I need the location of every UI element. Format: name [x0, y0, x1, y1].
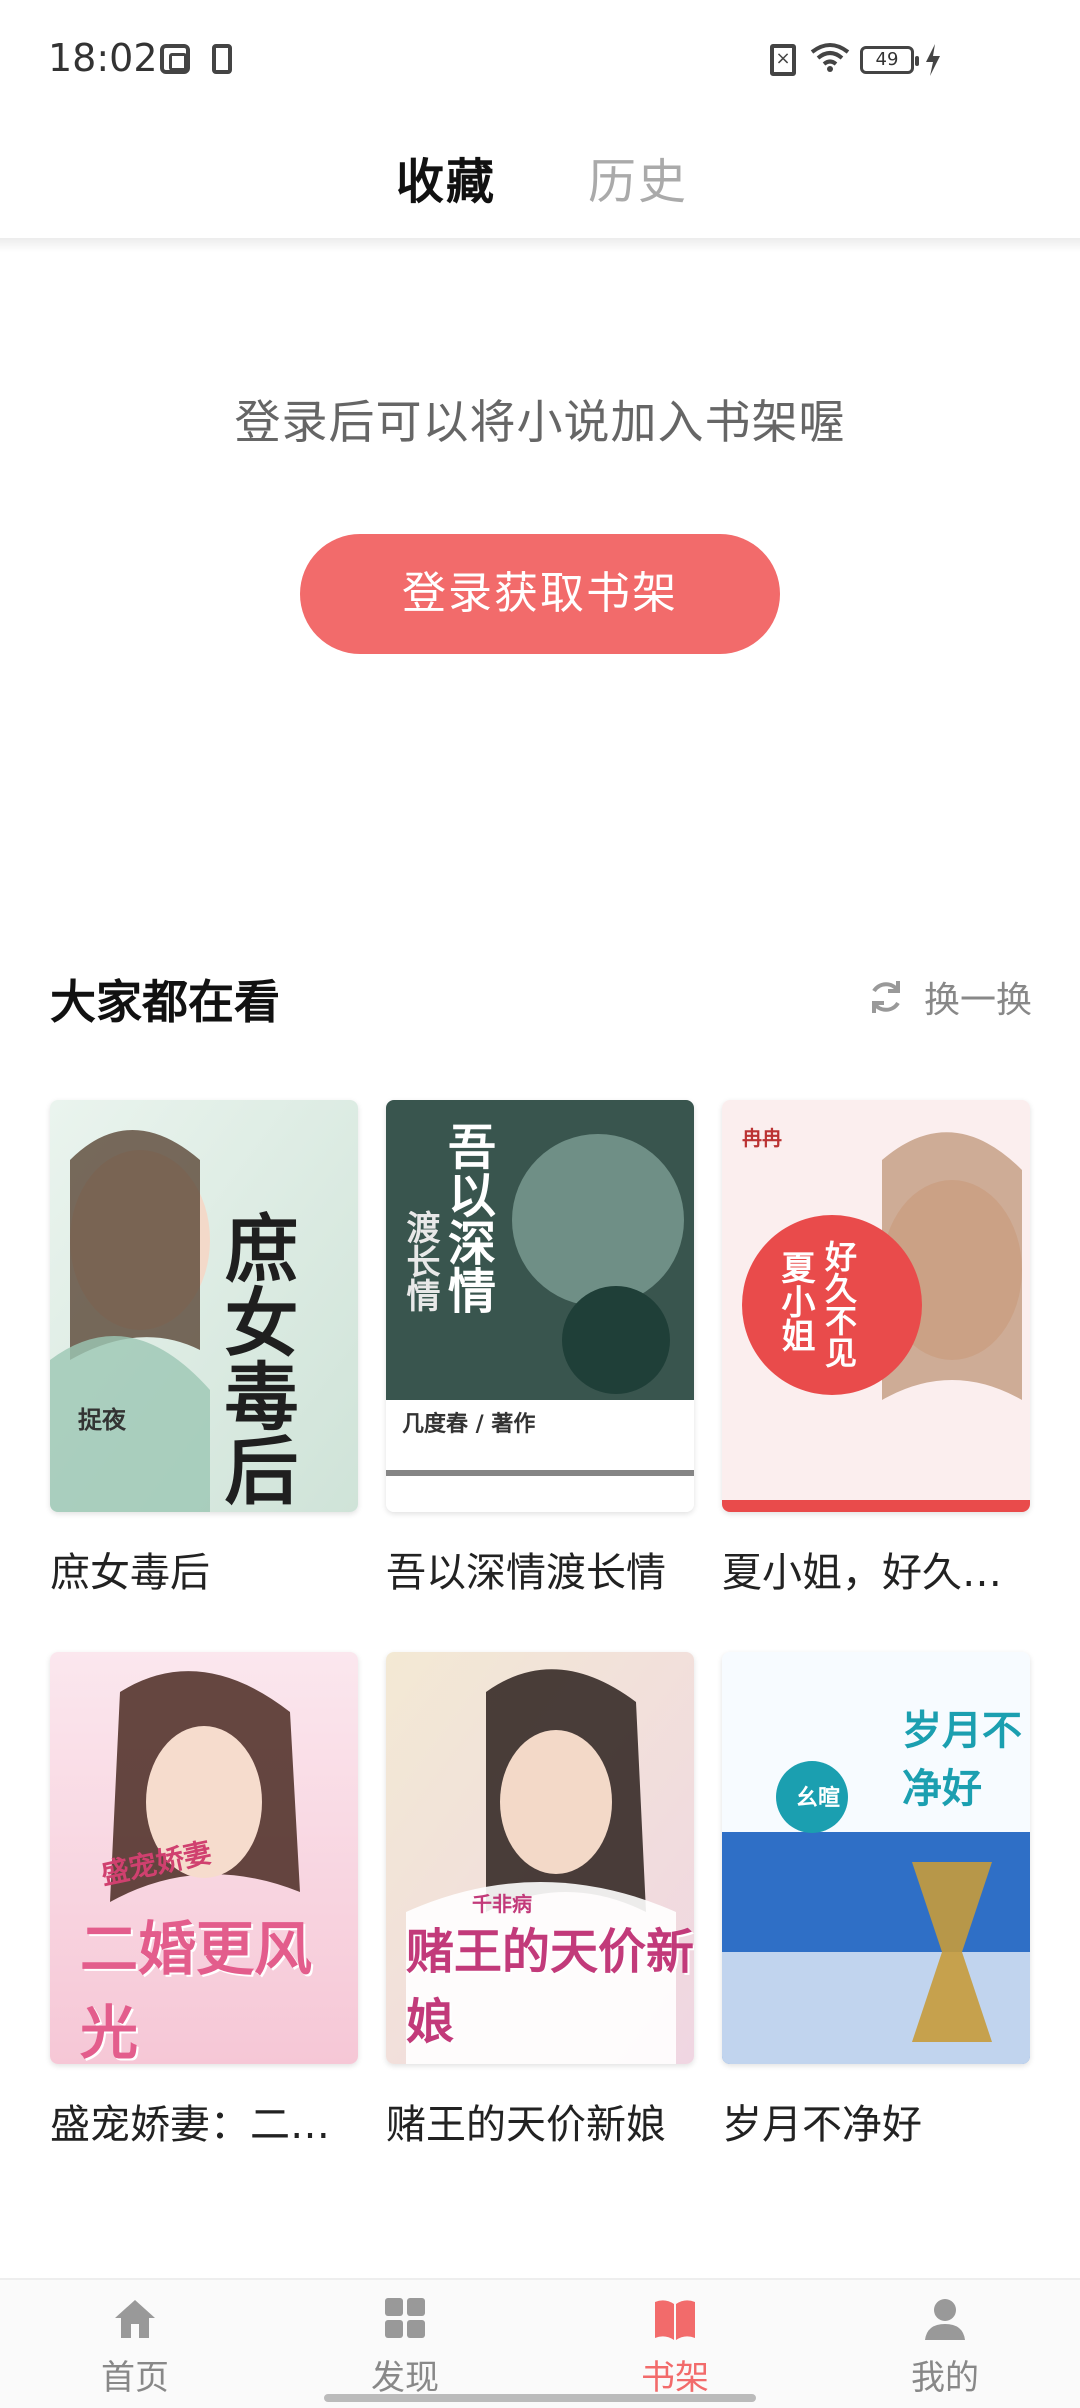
- cover-title: 夏小姐: [775, 1250, 815, 1352]
- cover-title: 岁月不净好: [902, 1707, 1022, 1812]
- tab-favorites[interactable]: 收藏: [396, 142, 496, 212]
- profile-icon: [925, 2299, 965, 2340]
- header-divider: [0, 238, 1080, 252]
- book-title[interactable]: 盛宠娇妻：二…: [50, 2092, 358, 2150]
- nav-item-discover[interactable]: 发现: [335, 2296, 475, 2399]
- bookshelf-icon: [655, 2300, 695, 2340]
- book-item[interactable]: 盛宠娇妻 二婚更风光 盛宠娇妻：二…: [50, 1652, 358, 2150]
- cover-title: 二婚更风光: [80, 1915, 313, 2064]
- charging-icon: [926, 44, 940, 76]
- cover-author: 冉冉: [742, 1126, 782, 1150]
- book-item[interactable]: 庶女毒后 捉夜 庶女毒后: [50, 1100, 358, 1598]
- nav-label: 书架: [641, 2358, 709, 2398]
- tab-history[interactable]: 历史: [588, 142, 688, 212]
- cover-author: 幺暄: [796, 1785, 841, 1811]
- book-cover[interactable]: 吾以深情 渡长情 几度春 / 著作: [386, 1100, 694, 1512]
- section-title: 大家都在看: [50, 975, 280, 1029]
- cover-author: 几度春 / 著作: [402, 1411, 536, 1437]
- book-cover[interactable]: 盛宠娇妻 二婚更风光: [50, 1652, 358, 2064]
- nav-item-profile[interactable]: 我的: [875, 2296, 1015, 2399]
- cover-author: 捉夜: [78, 1405, 126, 1434]
- home-indicator[interactable]: [324, 2394, 756, 2402]
- cover-title: 庶女毒后: [212, 1210, 298, 1506]
- top-tabs: 收藏 历史: [0, 120, 1080, 240]
- cover-subtitle: 渡长情: [400, 1210, 440, 1312]
- book-item[interactable]: 吾以深情 渡长情 几度春 / 著作 吾以深情渡长情: [386, 1100, 694, 1598]
- book-cover-art: [722, 1100, 1030, 1512]
- phone-icon: [212, 44, 232, 74]
- book-title[interactable]: 吾以深情渡长情: [386, 1540, 694, 1598]
- login-button[interactable]: 登录获取书架: [300, 534, 780, 654]
- book-title[interactable]: 岁月不净好: [722, 2092, 1030, 2150]
- status-bar: 18:02 × 49: [0, 0, 1080, 120]
- book-title[interactable]: 夏小姐，好久…: [722, 1540, 1030, 1598]
- refresh-icon: [872, 981, 900, 1013]
- battery-icon: 49: [860, 46, 919, 74]
- home-icon: [115, 2300, 155, 2338]
- book-title[interactable]: 赌王的天价新娘: [386, 2092, 694, 2150]
- nav-label: 我的: [911, 2358, 979, 2398]
- refresh-button[interactable]: 换一换: [866, 972, 1032, 1022]
- app-icon: [160, 44, 190, 74]
- book-cover-art: [50, 1100, 358, 1512]
- sim-icon: ×: [770, 44, 796, 76]
- nav-item-bookshelf[interactable]: 书架: [605, 2296, 745, 2399]
- book-item[interactable]: 夏小姐 好久不见 冉冉 夏小姐，好久…: [722, 1100, 1030, 1598]
- status-time: 18:02: [48, 36, 158, 80]
- book-cover[interactable]: 赌王的天价新娘 千非病: [386, 1652, 694, 2064]
- cover-author: 千非病: [472, 1892, 532, 1916]
- empty-bookshelf-hint: 登录后可以将小说加入书架喔: [234, 395, 846, 449]
- nav-label: 发现: [371, 2358, 439, 2398]
- book-title[interactable]: 庶女毒后: [50, 1540, 358, 1598]
- cover-subtitle: 好久不见: [820, 1240, 858, 1368]
- discover-grid-icon: [385, 2298, 425, 2338]
- nav-label: 首页: [101, 2358, 169, 2398]
- cover-title: 赌王的天价新娘: [406, 1924, 694, 2050]
- refresh-label: 换一换: [924, 980, 1033, 1021]
- book-item[interactable]: 赌王的天价新娘 千非病 赌王的天价新娘: [386, 1652, 694, 2150]
- cover-title: 吾以深情: [439, 1122, 495, 1314]
- bottom-nav: 首页 发现 书架 我的: [0, 2278, 1080, 2408]
- nav-item-home[interactable]: 首页: [65, 2296, 205, 2399]
- wifi-icon: [810, 43, 850, 72]
- book-cover[interactable]: 夏小姐 好久不见 冉冉: [722, 1100, 1030, 1512]
- book-item[interactable]: 岁月不净好 幺暄 岁月不净好: [722, 1652, 1030, 2150]
- book-cover[interactable]: 庶女毒后 捉夜: [50, 1100, 358, 1512]
- book-cover[interactable]: 岁月不净好 幺暄: [722, 1652, 1030, 2064]
